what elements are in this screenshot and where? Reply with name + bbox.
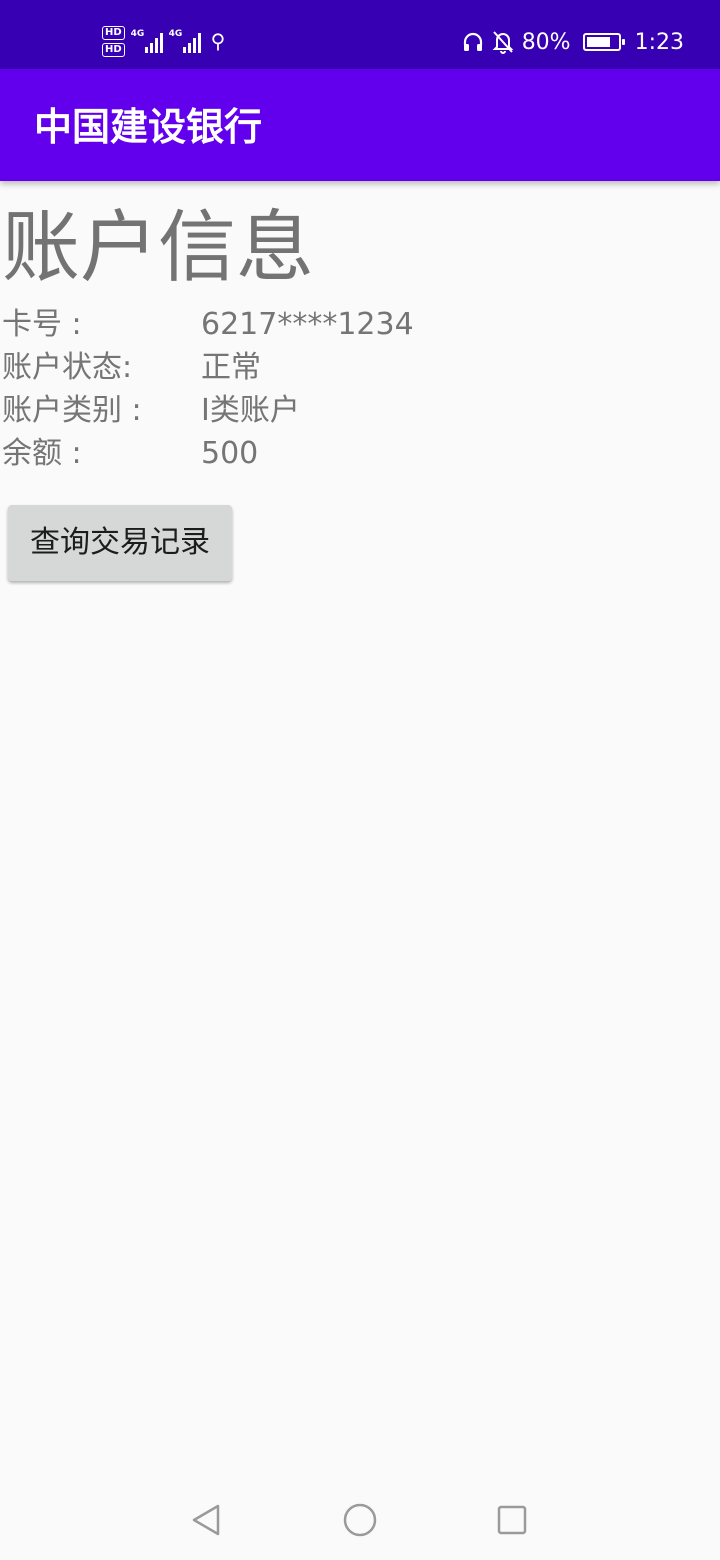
card-number-label: 卡号 :: [2, 307, 82, 342]
account-type-label: 账户类别 :: [2, 393, 142, 428]
network-type-label-secondary: 4G: [168, 29, 183, 39]
network-type-label: 4G: [130, 29, 145, 39]
query-transactions-button[interactable]: 查询交易记录: [8, 505, 232, 581]
account-status-row: 账户状态: 正常: [0, 348, 500, 388]
hd-icon: HD HD: [102, 25, 125, 57]
screen: HD HD 4G 4G ⚲ 80% 1:23 中国建设银行 账户信息 卡号: …: [0, 0, 720, 1560]
app-toolbar: 中国建设银行: [0, 69, 720, 181]
card-number-value: 6217****1234: [201, 307, 414, 342]
status-left-group: HD HD 4G 4G ⚲: [102, 18, 225, 64]
recent-apps-icon[interactable]: [492, 1500, 532, 1540]
home-icon[interactable]: [340, 1500, 380, 1540]
toolbar-title: 中国建设银行: [34, 105, 263, 149]
balance-value: 500: [201, 436, 259, 471]
account-status-label: 账户状态:: [2, 350, 133, 385]
back-icon[interactable]: [186, 1500, 226, 1540]
signal-icon-secondary: 4G: [169, 29, 201, 53]
clock-time: 1:23: [634, 29, 684, 55]
signal-icon: 4G: [131, 29, 163, 53]
battery-percent: 80%: [521, 29, 571, 55]
balance-label: 余额 :: [2, 436, 82, 471]
page-title: 账户信息: [2, 203, 315, 293]
battery-charging-icon: [582, 33, 625, 51]
headset-icon: [462, 31, 484, 53]
bell-off-icon: [492, 30, 514, 54]
navigation-bar: [0, 1480, 720, 1560]
hd-badge-bottom: HD: [102, 42, 125, 57]
account-status-value: 正常: [201, 350, 261, 385]
usb-icon: ⚲: [210, 29, 226, 53]
hd-badge-top: HD: [102, 25, 125, 40]
account-type-row: 账户类别 : I类账户: [0, 391, 500, 431]
card-number-row: 卡号 : 6217****1234: [0, 305, 500, 345]
account-type-value: I类账户: [201, 393, 300, 428]
balance-row: 余额 : 500: [0, 434, 500, 474]
status-right-group: 80% 1:23: [462, 26, 684, 58]
status-bar: HD HD 4G 4G ⚲ 80% 1:23: [0, 0, 720, 69]
